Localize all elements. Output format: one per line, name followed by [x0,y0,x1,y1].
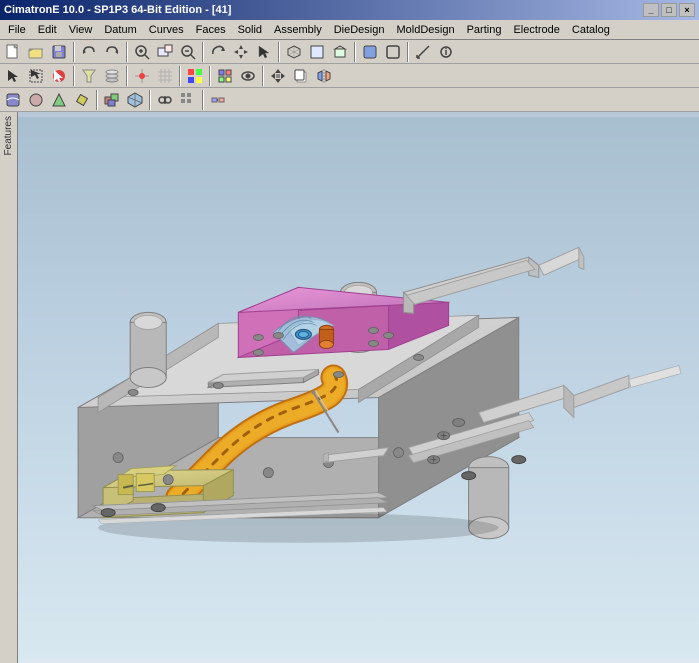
view-iso[interactable] [283,41,305,63]
snap-to-grid[interactable] [154,65,176,87]
toolbar-row2 [0,64,699,88]
menu-assembly[interactable]: Assembly [268,22,328,38]
model-svg [18,112,699,663]
sep14 [202,90,204,110]
title-bar-controls: _ □ × [643,3,695,17]
select-box[interactable] [25,65,47,87]
filter-icon[interactable] [78,65,100,87]
sep5 [354,42,356,62]
sep4 [278,42,280,62]
save-button[interactable] [48,41,70,63]
point-snap[interactable] [131,65,153,87]
sep10 [209,66,211,86]
color-picker[interactable] [184,65,206,87]
view-front[interactable] [306,41,328,63]
menu-faces[interactable]: Faces [190,22,232,38]
zoom-out[interactable] [177,41,199,63]
properties-button[interactable] [435,41,457,63]
view-render1[interactable] [2,89,24,111]
menu-view[interactable]: View [63,22,99,38]
menu-catalog[interactable]: Catalog [566,22,616,38]
minimize-button[interactable]: _ [643,3,659,17]
assembly-icon2[interactable] [124,89,146,111]
shaded-view[interactable] [359,41,381,63]
select-by-color[interactable] [48,65,70,87]
sep2 [126,42,128,62]
mirror-button[interactable] [313,65,335,87]
model-canvas [18,112,699,663]
pattern-icon[interactable] [177,89,199,111]
main-area: Features [0,112,699,663]
hide-show[interactable] [237,65,259,87]
title-text: CimatronE 10.0 - SP1P3 64-Bit Edition - … [4,4,231,16]
menu-electrode[interactable]: Electrode [507,22,565,38]
sep7 [73,66,75,86]
features-label[interactable]: Features [3,116,14,155]
viewport[interactable] [18,112,699,663]
toolbar-row3 [0,88,699,112]
layer-button[interactable] [101,65,123,87]
zoom-fit[interactable] [131,41,153,63]
rotate-button[interactable] [207,41,229,63]
menu-solid[interactable]: Solid [232,22,268,38]
close-button[interactable]: × [679,3,695,17]
new-button[interactable] [2,41,24,63]
wireframe-view[interactable] [382,41,404,63]
view-top[interactable] [329,41,351,63]
move-button[interactable] [267,65,289,87]
explode-icon[interactable] [207,89,229,111]
toolbar-row1 [0,40,699,64]
sep12 [96,90,98,110]
menu-molddesign[interactable]: MoldDesign [390,22,460,38]
sep13 [149,90,151,110]
component-toggle[interactable] [214,65,236,87]
sep9 [179,66,181,86]
constraint-icon[interactable] [154,89,176,111]
sep8 [126,66,128,86]
title-bar: CimatronE 10.0 - SP1P3 64-Bit Edition - … [0,0,699,20]
select-all[interactable] [2,65,24,87]
sep11 [262,66,264,86]
menu-bar: File Edit View Datum Curves Faces Solid … [0,20,699,40]
view-render2[interactable] [25,89,47,111]
sep6 [407,42,409,62]
features-panel[interactable]: Features [0,112,18,663]
menu-edit[interactable]: Edit [32,22,63,38]
sep3 [202,42,204,62]
menu-parting[interactable]: Parting [461,22,508,38]
view-render3[interactable] [48,89,70,111]
zoom-in[interactable] [154,41,176,63]
redo-button[interactable] [101,41,123,63]
pan-button[interactable] [230,41,252,63]
menu-file[interactable]: File [2,22,32,38]
sep1 [73,42,75,62]
select-button[interactable] [253,41,275,63]
undo-button[interactable] [78,41,100,63]
measure-button[interactable] [412,41,434,63]
menu-diedesign[interactable]: DieDesign [328,22,391,38]
view-render4[interactable] [71,89,93,111]
menu-datum[interactable]: Datum [98,22,142,38]
assembly-icon1[interactable] [101,89,123,111]
copy-button[interactable] [290,65,312,87]
maximize-button[interactable]: □ [661,3,677,17]
menu-curves[interactable]: Curves [143,22,190,38]
open-button[interactable] [25,41,47,63]
